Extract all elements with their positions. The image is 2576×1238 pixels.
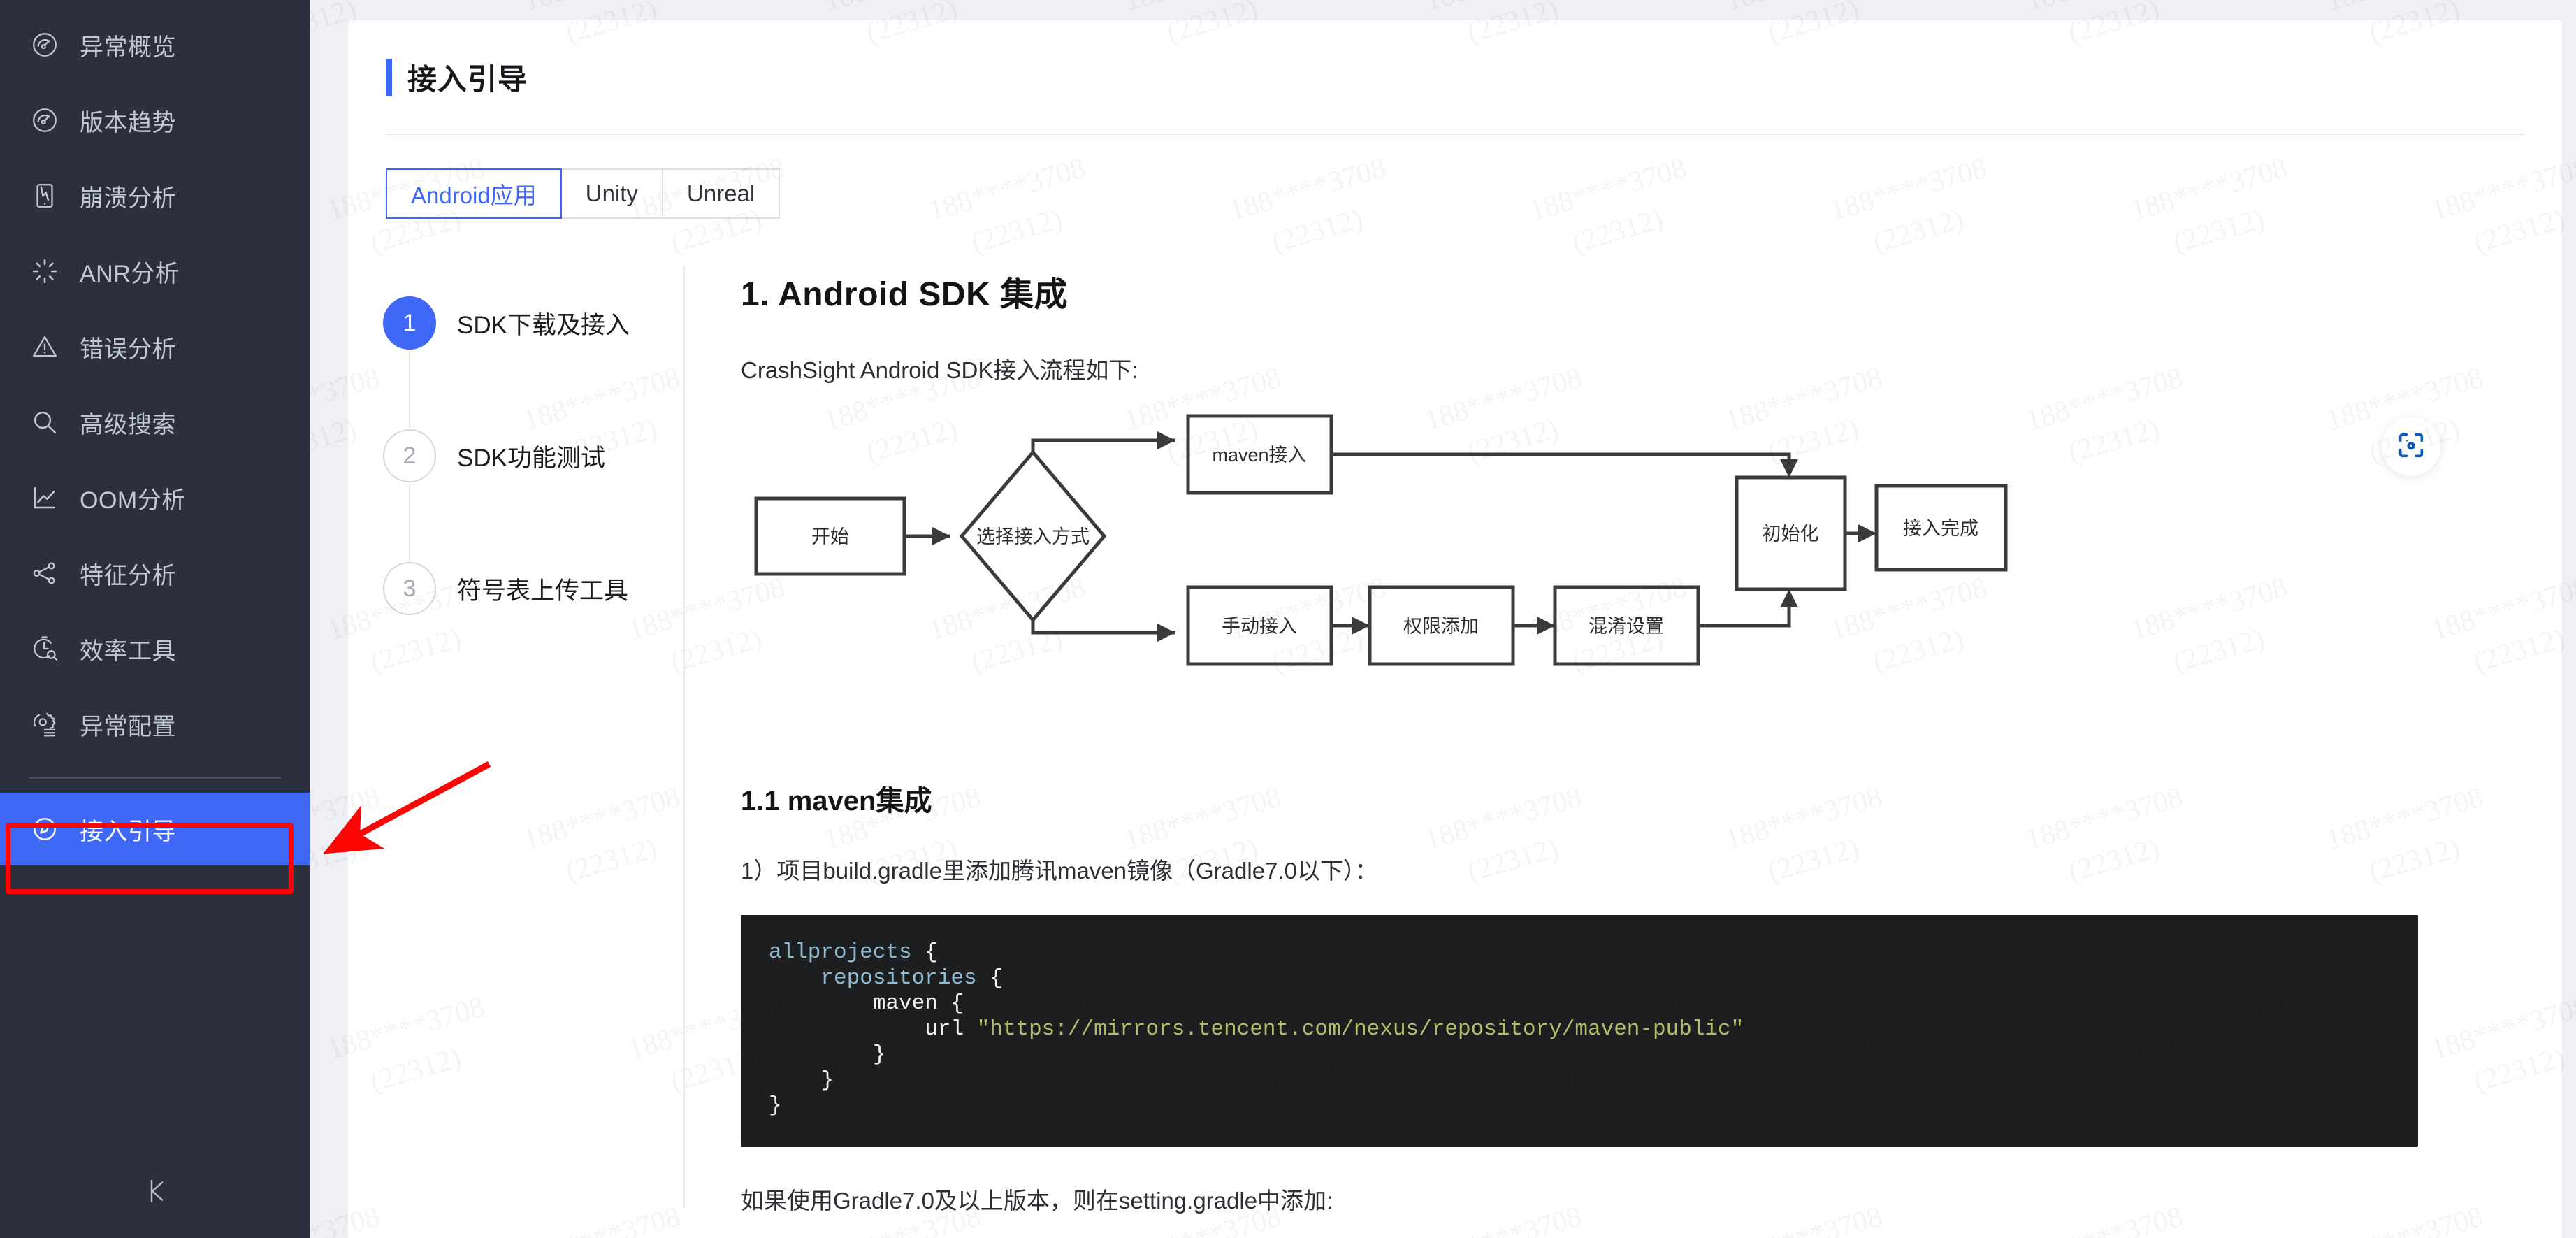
integration-flow-diagram: 开始 选择接入方式 maven接入 手动接入 权限添加 混淆设置 初始化 接入完… xyxy=(741,409,2523,737)
code-token: { xyxy=(937,991,964,1016)
ordered-item-1: 1）项目build.gradle里添加腾讯maven镜像（Gradle7.0以下… xyxy=(741,858,1378,884)
sidebar-item-version-trend[interactable]: 版本趋势 xyxy=(0,82,310,158)
section-description: CrashSight Android SDK接入流程如下: xyxy=(741,357,1138,383)
tab-unreal[interactable]: Unreal xyxy=(663,168,781,219)
section-title: 1. Android SDK 集成 xyxy=(741,276,1069,313)
step-item-1[interactable]: 1 SDK下载及接入 xyxy=(383,257,676,389)
flow-label-choose: 选择接入方式 xyxy=(976,526,1090,547)
image-scan-icon xyxy=(2395,429,2427,465)
sidebar-item-advanced-search[interactable]: 高级搜索 xyxy=(0,384,310,460)
step-connector xyxy=(409,484,410,562)
sidebar-item-label: 崩溃分析 xyxy=(80,185,176,212)
flow-label-start: 开始 xyxy=(811,526,849,547)
sidebar-item-label: OOM分析 xyxy=(80,487,186,514)
image-scan-button[interactable] xyxy=(2382,417,2440,476)
gauge-icon xyxy=(29,29,60,60)
code-token: repositories xyxy=(769,965,977,991)
code-block[interactable]: allprojects { repositories { maven { url… xyxy=(741,915,2418,1148)
sidebar-item-access-guide[interactable]: 接入引导 xyxy=(0,793,310,865)
code-token: } xyxy=(769,1067,834,1093)
stopwatch-search-icon xyxy=(29,633,60,664)
flow-label-maven: maven接入 xyxy=(1212,445,1306,466)
search-icon xyxy=(29,407,60,438)
gear-list-icon xyxy=(29,709,60,740)
tab-unity[interactable]: Unity xyxy=(561,168,663,219)
code-token: url xyxy=(769,1016,977,1042)
code-token: maven xyxy=(769,991,938,1016)
step-number: 1 xyxy=(383,296,436,350)
flow-label-proguard: 混淆设置 xyxy=(1589,616,1664,637)
after-code-text: 如果使用Gradle7.0及以上版本，则在setting.gradle中添加: xyxy=(741,1188,1333,1214)
subsection-title: 1.1 maven集成 xyxy=(741,786,932,816)
line-chart-icon xyxy=(29,482,60,513)
sidebar-item-label: 错误分析 xyxy=(80,336,176,363)
sidebar-item-label: 效率工具 xyxy=(80,638,176,665)
page-title-row: 接入引导 xyxy=(348,20,2562,99)
sidebar-item-error-analysis[interactable]: 错误分析 xyxy=(0,309,310,384)
guide-body: 1 SDK下载及接入 2 SDK功能测试 3 符号表上传工具 1. Androi… xyxy=(348,257,2562,1216)
collapse-sidebar-button[interactable] xyxy=(0,1177,310,1209)
tab-android[interactable]: Android应用 xyxy=(386,168,562,219)
step-connector xyxy=(409,350,410,428)
sidebar-divider xyxy=(29,777,281,779)
code-token: } xyxy=(769,1042,886,1067)
page-title: 接入引导 xyxy=(407,63,528,96)
sidebar-item-oom-analysis[interactable]: OOM分析 xyxy=(0,460,310,535)
spinner-icon xyxy=(29,256,60,287)
sidebar-item-label: 接入引导 xyxy=(80,818,176,845)
code-token: { xyxy=(911,940,938,965)
sidebar-item-label: 异常概览 xyxy=(80,34,176,61)
crash-phone-icon xyxy=(29,180,60,211)
share-nodes-icon xyxy=(29,558,60,589)
flow-chart-svg: 开始 选择接入方式 maven接入 手动接入 权限添加 混淆设置 初始化 接入完… xyxy=(754,414,2008,666)
sidebar-item-crash-analysis[interactable]: 崩溃分析 xyxy=(0,158,310,233)
guide-content: 1. Android SDK 集成 CrashSight Android SDK… xyxy=(685,257,2562,1216)
warning-triangle-icon xyxy=(29,331,60,362)
sidebar-item-label: 高级搜索 xyxy=(80,411,176,438)
sidebar-item-efficiency-tools[interactable]: 效率工具 xyxy=(0,611,310,686)
sidebar-item-label: 版本趋势 xyxy=(80,109,176,136)
sidebar-item-label: 特征分析 xyxy=(80,562,176,589)
step-item-2[interactable]: 2 SDK功能测试 xyxy=(383,389,676,522)
flow-label-done: 接入完成 xyxy=(1903,518,1978,539)
flow-label-manual: 手动接入 xyxy=(1222,616,1297,637)
title-accent-bar xyxy=(386,58,392,96)
flow-label-permission: 权限添加 xyxy=(1403,616,1479,637)
sidebar-item-overview[interactable]: 异常概览 xyxy=(0,7,310,82)
step-label: SDK下载及接入 xyxy=(457,311,630,339)
step-nav: 1 SDK下载及接入 2 SDK功能测试 3 符号表上传工具 xyxy=(348,257,676,1216)
sidebar-item-exception-config[interactable]: 异常配置 xyxy=(0,686,310,762)
compass-icon xyxy=(29,814,60,844)
sidebar-item-label: 异常配置 xyxy=(80,713,176,740)
code-token: { xyxy=(976,965,1003,991)
code-token: } xyxy=(769,1093,782,1118)
step-number: 3 xyxy=(383,562,436,615)
platform-tabs: Android应用 Unity Unreal xyxy=(386,168,2562,219)
chevron-left-icon xyxy=(141,1177,169,1209)
step-item-3[interactable]: 3 符号表上传工具 xyxy=(383,522,676,655)
app-root: 异常概览 版本趋势 崩溃分析 ANR分析 错误分析 高级搜索 OOM分析 特征分… xyxy=(0,0,2576,1238)
sidebar-item-label: ANR分析 xyxy=(80,260,180,287)
sidebar-nav: 异常概览 版本趋势 崩溃分析 ANR分析 错误分析 高级搜索 OOM分析 特征分… xyxy=(0,0,310,865)
sidebar-item-feature-analysis[interactable]: 特征分析 xyxy=(0,535,310,611)
gauge-icon xyxy=(29,105,60,136)
code-token: "https://mirrors.tencent.com/nexus/repos… xyxy=(976,1016,1744,1042)
title-separator xyxy=(386,134,2524,135)
content-card: 接入引导 Android应用 Unity Unreal 1 SDK下载及接入 2… xyxy=(348,20,2562,1238)
code-token: allprojects xyxy=(769,940,912,965)
flow-label-init: 初始化 xyxy=(1763,524,1819,545)
sidebar: 异常概览 版本趋势 崩溃分析 ANR分析 错误分析 高级搜索 OOM分析 特征分… xyxy=(0,0,310,1238)
step-label: SDK功能测试 xyxy=(457,444,605,472)
step-label: 符号表上传工具 xyxy=(457,577,629,605)
step-number: 2 xyxy=(383,429,436,482)
main-content: 接入引导 Android应用 Unity Unreal 1 SDK下载及接入 2… xyxy=(310,0,2576,1238)
sidebar-item-anr-analysis[interactable]: ANR分析 xyxy=(0,233,310,309)
